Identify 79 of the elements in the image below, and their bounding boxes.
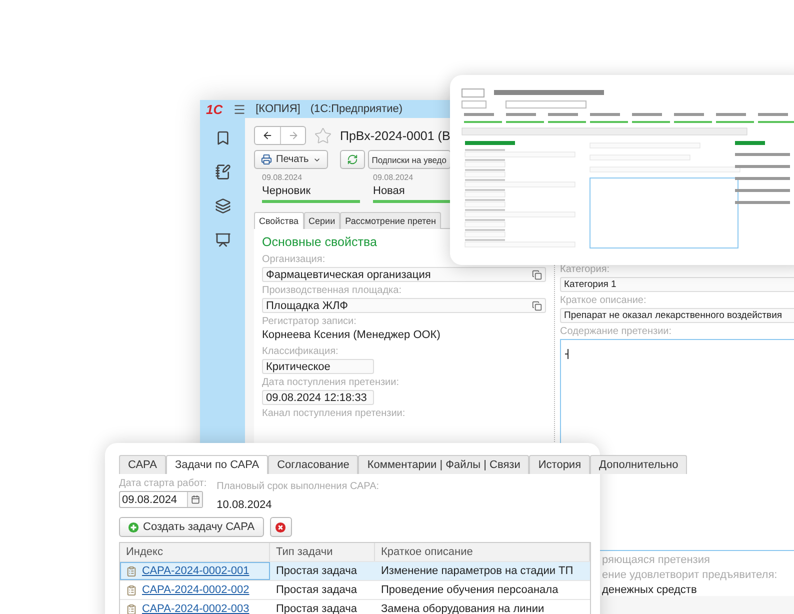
menu-icon[interactable] <box>232 102 246 116</box>
refresh-icon <box>346 154 358 165</box>
field-value: денежных средств <box>602 584 698 596</box>
table-cell-text: Простая задача <box>275 602 358 614</box>
app-logo: 1С <box>206 102 223 116</box>
document-title: ПрВх-2024-0001 (В <box>340 128 450 142</box>
section-heading: Основные свойства <box>262 235 378 249</box>
stage-date: 09.08.2024 <box>262 173 304 182</box>
task-link[interactable]: САРА-2024-0002-002 <box>142 584 250 596</box>
field-label: Классификация: <box>262 346 340 357</box>
layers-icon[interactable] <box>214 198 230 214</box>
clipboard-icon <box>126 604 137 614</box>
tab[interactable]: Свойства <box>254 212 304 229</box>
table-cell-text: Изменение параметров на стадии ТП <box>380 564 574 579</box>
tab[interactable]: Дополнительно <box>590 455 688 474</box>
calendar-icon <box>190 495 200 504</box>
field-value: Корнеева Ксения (Менеджер ООК) <box>262 329 442 341</box>
open-icon[interactable] <box>532 300 542 310</box>
field-value: 10.08.2024 <box>216 499 273 511</box>
tab[interactable]: САРА <box>119 455 166 474</box>
tab[interactable]: Согласование <box>268 455 358 474</box>
field-label: ение удовлетворит предъявителя: <box>602 569 778 581</box>
input-field[interactable]: Критическое <box>262 359 374 374</box>
stage-name: Черновик <box>262 185 312 197</box>
field-label: Канал поступления претензии: <box>262 408 406 419</box>
column-header: Краткое описание <box>375 543 590 561</box>
task-link[interactable]: САРА-2024-0002-003 <box>142 603 250 614</box>
clipboard-icon <box>126 566 137 576</box>
stage-date: 09.08.2024 <box>373 173 414 182</box>
tab[interactable]: Серии <box>304 212 340 229</box>
delete-button[interactable] <box>270 517 292 537</box>
plus-icon <box>128 522 139 532</box>
create-task-button[interactable]: Создать задачу САРА <box>119 517 264 537</box>
bookmark-icon[interactable] <box>214 130 230 146</box>
field-label: Плановый срок выполнения САРА: <box>216 481 380 492</box>
select-field[interactable]: Площадка ЖЛФ <box>262 298 546 313</box>
text-cursor-icon <box>565 349 570 359</box>
column-header: Индекс <box>120 543 270 561</box>
arrow-left-icon <box>262 130 273 141</box>
clipboard-icon <box>126 584 137 596</box>
calendar-button[interactable] <box>187 492 202 507</box>
app-name: (1С:Предприятие) <box>310 103 403 115</box>
task-link[interactable]: САРА-2024-0002-001 <box>142 565 250 577</box>
field-label: Регистратор записи: <box>262 316 358 327</box>
field-label: Дата старта работ: <box>119 478 207 489</box>
field-label: Содержание претензии: <box>560 326 673 337</box>
table-cell-text: Замена оборудования на линии <box>380 602 546 614</box>
table-cell-text: Простая задача <box>275 564 358 579</box>
tab[interactable]: Задачи по САРА <box>166 455 268 474</box>
field-label: Производственная площадка: <box>262 285 402 296</box>
print-button[interactable]: Печать <box>254 150 328 169</box>
table-cell-text: Простая задача <box>275 583 358 598</box>
star-icon[interactable] <box>314 126 332 144</box>
presentation-icon[interactable] <box>214 232 230 248</box>
field-label: ряющаяся претензия <box>602 554 711 566</box>
stage-name: Новая <box>373 185 406 197</box>
open-icon[interactable] <box>532 270 542 280</box>
tab[interactable]: Комментарии | Файлы | Связи <box>358 455 530 474</box>
subscriptions-button[interactable]: Подписки на уведо <box>368 150 450 169</box>
field-label: Дата поступления претензии: <box>262 377 400 388</box>
close-icon <box>275 522 286 532</box>
refresh-button[interactable] <box>340 150 365 169</box>
tab[interactable]: Рассмотрение претен <box>340 212 442 229</box>
window-title: [КОПИЯ] <box>256 103 300 115</box>
column-header: Тип задачи <box>270 543 375 561</box>
field-label: Категория: <box>560 264 611 275</box>
input-field[interactable]: Препарат не оказал лекарственного воздействия <box>560 308 794 323</box>
table-cell-text: Проведение обучения персоанала <box>380 583 560 598</box>
input-field[interactable]: 09.08.2024 12:18:33 <box>262 390 374 405</box>
table-row[interactable]: САРА-2024-0002-001 Простая задача Изменение параметров на стадии ТП <box>120 562 590 581</box>
input-field[interactable]: Категория 1 <box>560 277 794 292</box>
arrow-right-icon <box>288 130 298 141</box>
printer-icon <box>261 154 272 165</box>
notebook-icon[interactable] <box>214 164 230 180</box>
date-field[interactable]: 09.08.2024 <box>119 491 203 508</box>
field-label: Организация: <box>262 254 326 265</box>
tab[interactable]: История <box>529 455 590 474</box>
select-field[interactable]: Фармацевтическая организация <box>262 267 546 282</box>
field-label: Краткое описание: <box>560 295 648 306</box>
